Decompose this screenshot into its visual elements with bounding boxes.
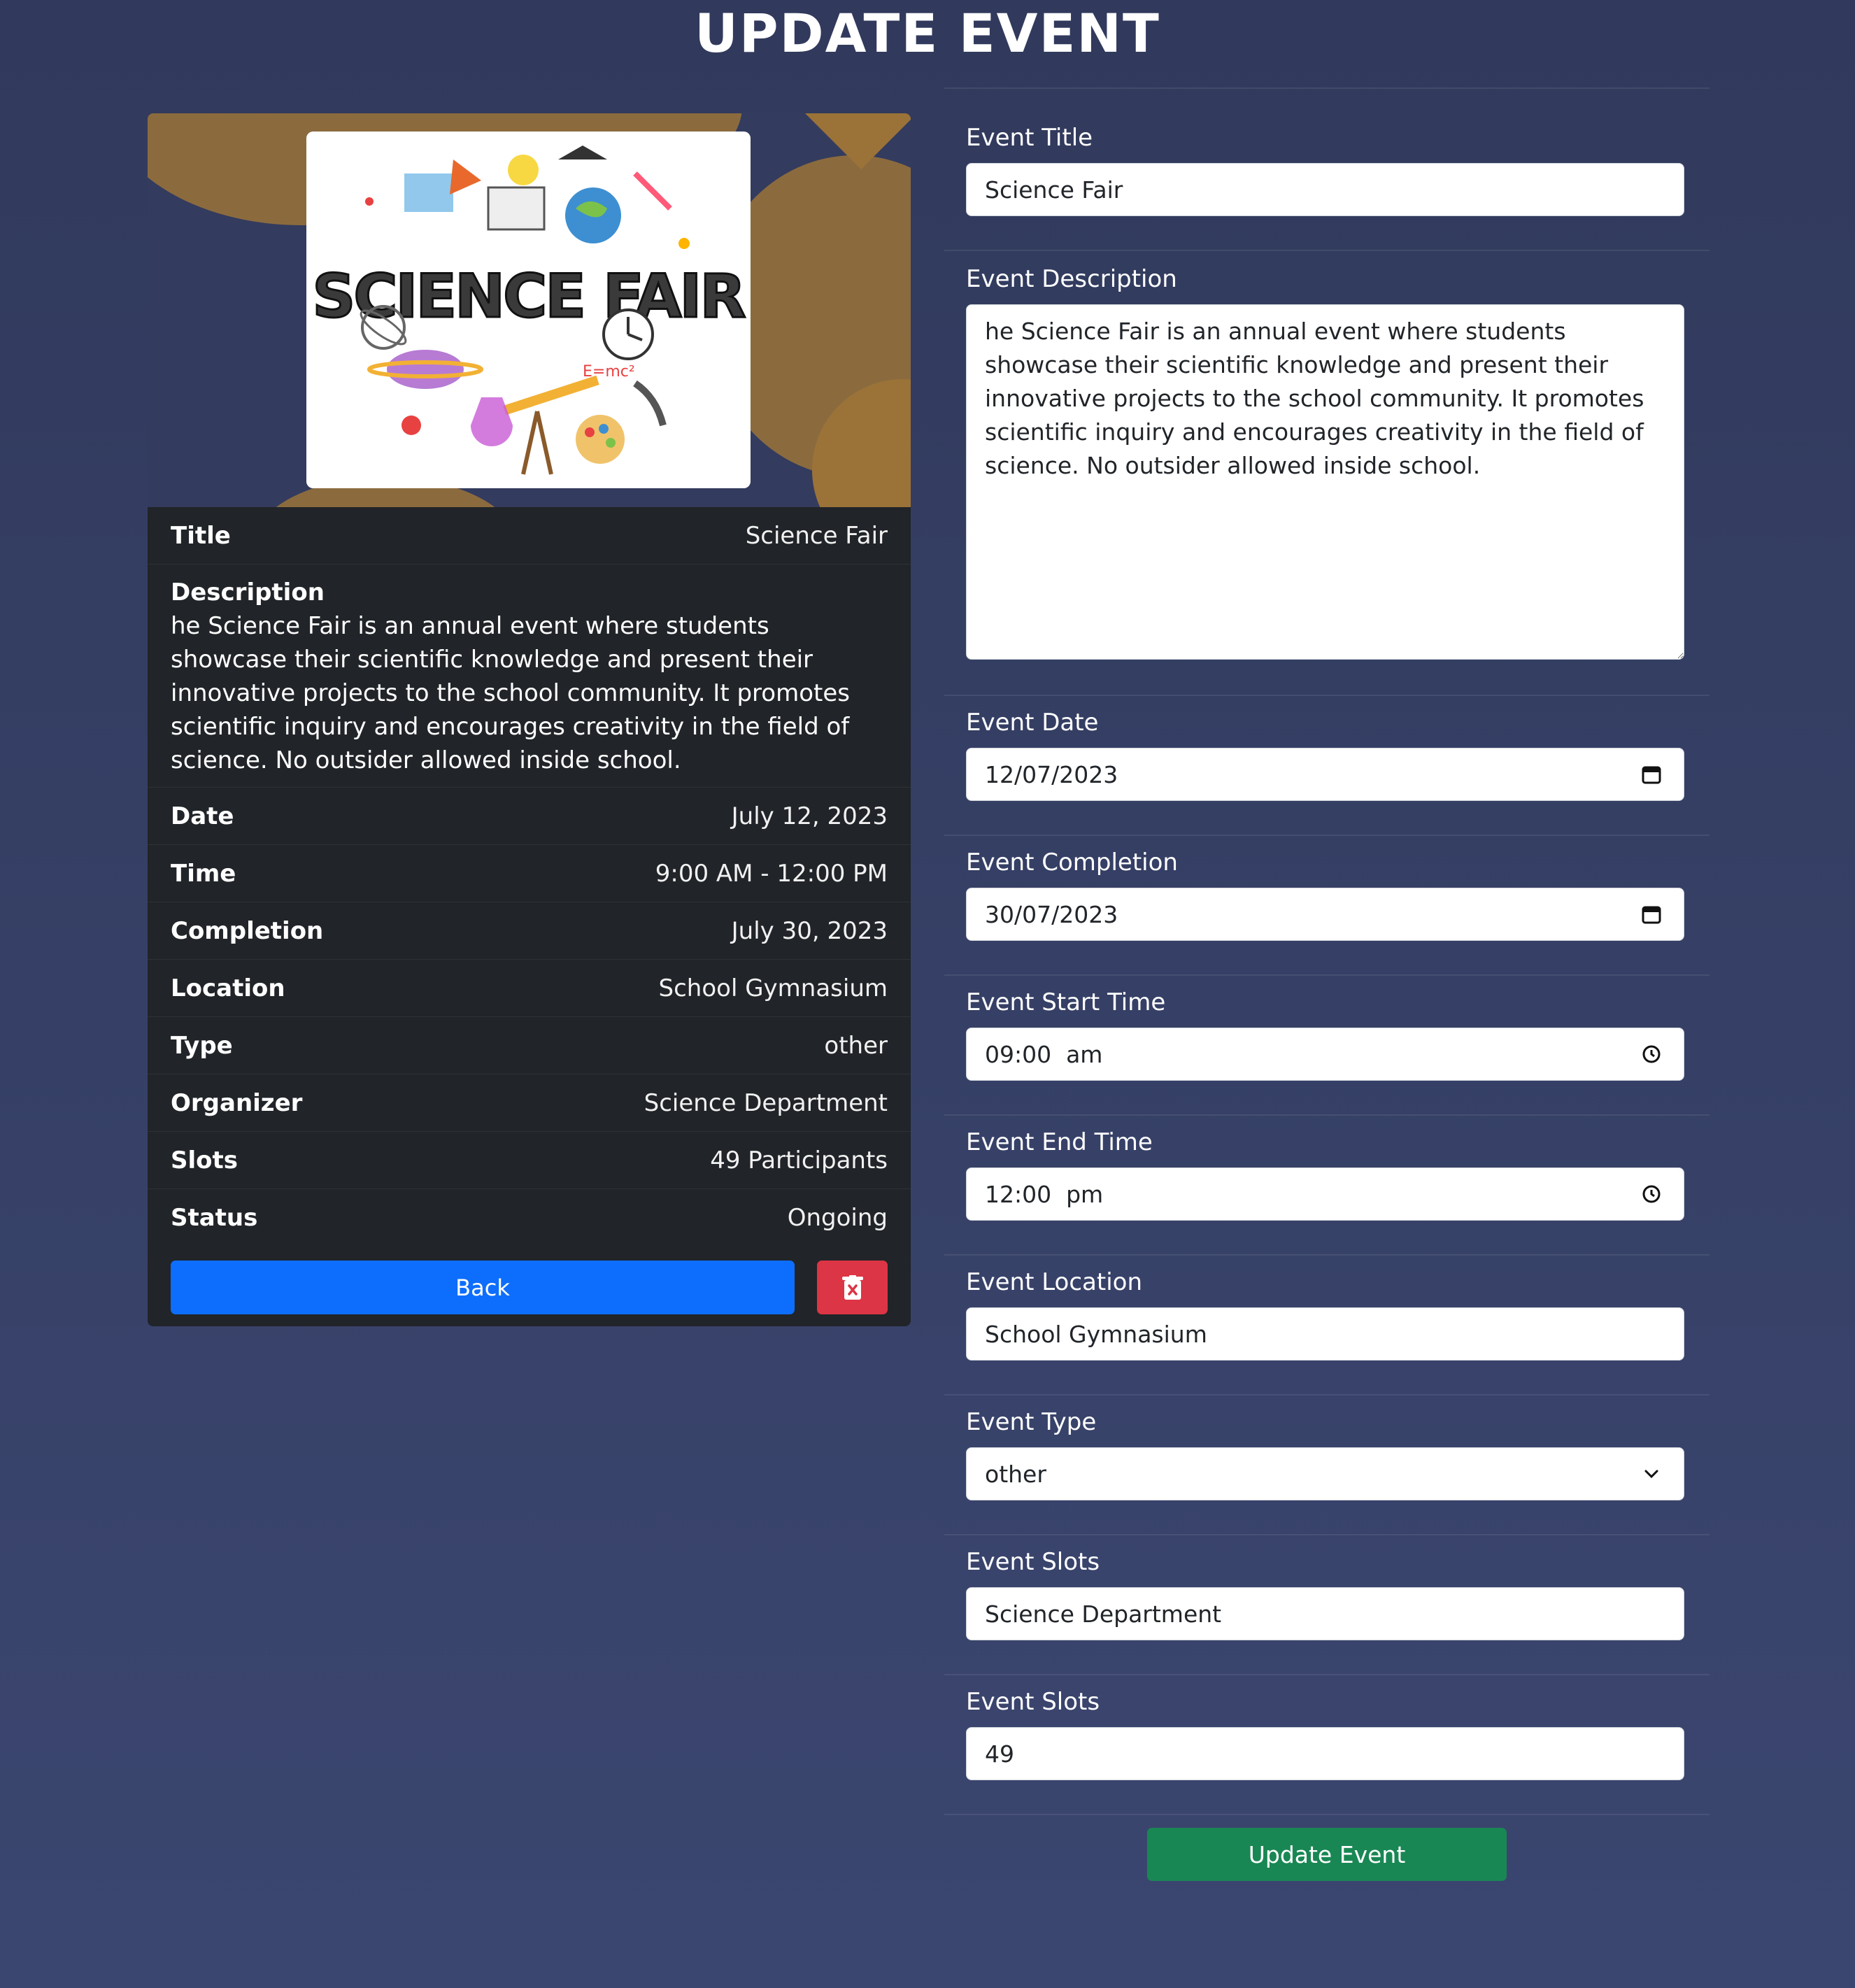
event-slots-label: Event Slots [966,1688,1100,1716]
event-completion-input[interactable]: 30/07/2023 [966,888,1684,941]
field-event-completion: Event Completion 30/07/2023 [944,836,1710,941]
field-event-date: Event Date 12/07/2023 [944,696,1710,801]
status-value: Ongoing [787,1204,888,1232]
field-event-title: Event Title Science Fair [944,89,1710,216]
event-date-label: Event Date [966,709,1099,737]
event-location-label: Event Location [966,1268,1143,1296]
calendar-icon[interactable] [1637,900,1665,928]
detail-label: Description [171,578,325,606]
field-event-description: Event Description he Science Fair is an … [944,251,1710,660]
back-button[interactable]: Back [171,1261,795,1314]
poster-title-text: SCIENCE FAIR [312,262,745,332]
event-title-label: Event Title [966,124,1093,152]
event-details-card: SCIENCE FAIR E=mc² Title Science Fair De… [148,113,911,1326]
event-slots-input[interactable]: 49 [966,1727,1684,1780]
clock-icon[interactable] [1637,1180,1665,1208]
event-title-input[interactable]: Science Fair [966,163,1684,216]
detail-label: Title [171,521,231,550]
field-event-end-time: Event End Time 12:00 pm [944,1116,1710,1221]
field-event-location: Event Location School Gymnasium [944,1256,1710,1361]
detail-row-description: Description he Science Fair is an annual… [148,565,911,788]
event-organizer-input[interactable]: Science Department [966,1587,1684,1640]
trash-x-icon [841,1275,863,1300]
detail-row-title: Title Science Fair [148,507,911,565]
detail-label: Status [171,1204,258,1232]
event-completion-label: Event Completion [966,849,1178,876]
detail-label: Time [171,859,236,888]
chevron-down-icon[interactable] [1637,1460,1665,1488]
event-type-select[interactable]: other [966,1447,1684,1500]
event-start-time-label: Event Start Time [966,988,1166,1016]
detail-value: Science Fair [745,521,888,550]
calendar-icon[interactable] [1637,760,1665,788]
detail-row-location: Location School Gymnasium [148,960,911,1017]
detail-value: July 30, 2023 [731,916,888,945]
detail-value: School Gymnasium [658,974,888,1002]
event-end-time-input[interactable]: 12:00 pm [966,1167,1684,1221]
detail-label: Slots [171,1146,238,1174]
detail-row-type: Type other [148,1017,911,1074]
field-event-start-time: Event Start Time 09:00 am [944,976,1710,1081]
update-event-form: Event Title Science Fair Event Descripti… [944,87,1710,1881]
event-location-input[interactable]: School Gymnasium [966,1307,1684,1361]
detail-row-organizer: Organizer Science Department [148,1074,911,1132]
field-event-slots: Event Slots 49 [944,1675,1710,1780]
detail-label: Organizer [171,1088,303,1117]
event-description-label: Event Description [966,265,1177,293]
detail-value: he Science Fair is an annual event where… [171,612,850,774]
delete-button[interactable] [817,1261,888,1314]
detail-value: July 12, 2023 [731,802,888,830]
detail-value: 49 Participants [710,1146,888,1174]
detail-label: Type [171,1031,233,1060]
poster-formula-text: E=mc² [583,363,635,381]
event-end-time-label: Event End Time [966,1128,1153,1156]
event-start-time-input[interactable]: 09:00 am [966,1028,1684,1081]
event-type-label: Event Type [966,1408,1097,1436]
field-event-type: Event Type other [944,1396,1710,1500]
detail-row-status: Status Ongoing [148,1189,911,1247]
event-description-textarea[interactable]: he Science Fair is an annual event where… [966,304,1684,660]
detail-value: other [824,1031,888,1060]
detail-label: Completion [171,916,324,945]
detail-label: Date [171,802,234,830]
event-date-input[interactable]: 12/07/2023 [966,748,1684,801]
card-banner: SCIENCE FAIR E=mc² [148,113,911,507]
detail-row-slots: Slots 49 Participants [148,1132,911,1189]
detail-row-date: Date July 12, 2023 [148,788,911,845]
detail-value: 9:00 AM - 12:00 PM [655,859,888,888]
detail-row-completion: Completion July 30, 2023 [148,902,911,960]
detail-row-time: Time 9:00 AM - 12:00 PM [148,845,911,902]
update-event-button[interactable]: Update Event [1147,1828,1507,1881]
clock-icon[interactable] [1637,1040,1665,1068]
card-actions: Back [171,1261,888,1314]
detail-label: Location [171,974,285,1002]
page-title: UPDATE EVENT [695,2,1160,64]
event-poster-image: SCIENCE FAIR E=mc² [306,132,751,488]
detail-value: Science Department [644,1088,888,1117]
event-organizer-label: Event Slots [966,1548,1100,1576]
field-event-organizer: Event Slots Science Department [944,1535,1710,1640]
